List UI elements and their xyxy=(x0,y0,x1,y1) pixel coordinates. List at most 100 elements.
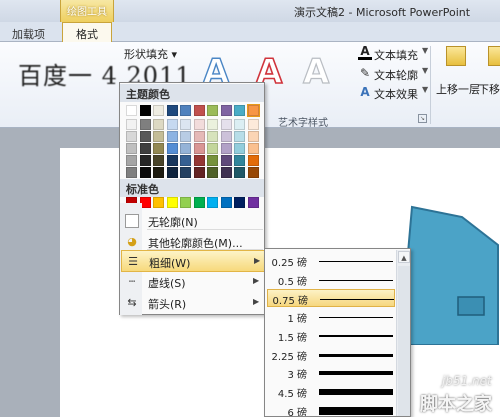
line-weight-option[interactable]: 6 磅 xyxy=(267,402,395,416)
line-weight-label: 粗细(W) xyxy=(149,257,191,270)
theme-color-swatch[interactable] xyxy=(180,155,191,166)
wordart-style-gray[interactable]: A xyxy=(302,51,330,92)
theme-color-swatch[interactable] xyxy=(139,119,151,130)
theme-color-swatch[interactable] xyxy=(234,167,245,178)
line-weight-item[interactable]: ☰ 粗细(W) ▶ xyxy=(121,250,265,272)
line-weight-option[interactable]: 4.5 磅 xyxy=(267,383,395,401)
theme-color-swatch[interactable] xyxy=(247,167,259,178)
theme-color-swatch[interactable] xyxy=(234,143,245,154)
theme-color-swatch[interactable] xyxy=(234,155,245,166)
theme-color-swatch[interactable] xyxy=(166,155,178,166)
line-weight-option[interactable]: 3 磅 xyxy=(267,364,395,382)
standard-color-swatch[interactable] xyxy=(193,197,205,208)
theme-color-swatch[interactable] xyxy=(139,167,151,178)
contextual-tab-group-label: 绘图工具 xyxy=(67,7,107,18)
standard-color-swatch[interactable] xyxy=(153,197,164,208)
theme-color-swatch[interactable] xyxy=(207,119,218,130)
theme-color-swatch[interactable] xyxy=(220,131,232,142)
group-divider xyxy=(430,46,431,124)
theme-color-swatch[interactable] xyxy=(126,131,137,142)
standard-color-swatch[interactable] xyxy=(220,197,232,208)
bring-forward-button[interactable]: 上移一层 xyxy=(436,44,480,100)
theme-color-swatch[interactable] xyxy=(220,119,232,130)
theme-color-swatch[interactable] xyxy=(166,119,178,130)
theme-color-swatch[interactable] xyxy=(126,119,137,130)
theme-color-swatch[interactable] xyxy=(220,167,232,178)
theme-color-swatch[interactable] xyxy=(234,105,245,116)
line-weight-option[interactable]: 1 磅 xyxy=(267,308,395,326)
theme-color-swatch[interactable] xyxy=(166,105,178,116)
theme-color-swatch[interactable] xyxy=(193,167,205,178)
theme-color-swatch[interactable] xyxy=(139,131,151,142)
submenu-arrow-icon: ▶ xyxy=(254,256,261,265)
theme-color-swatch[interactable] xyxy=(207,131,218,142)
theme-color-swatch[interactable] xyxy=(153,167,164,178)
theme-color-swatch[interactable] xyxy=(166,131,178,142)
theme-color-swatch[interactable] xyxy=(247,155,259,166)
line-weight-sample xyxy=(319,388,393,395)
theme-color-swatch[interactable] xyxy=(220,105,232,116)
theme-color-swatch[interactable] xyxy=(153,155,164,166)
theme-color-swatch[interactable] xyxy=(220,143,232,154)
theme-color-swatch[interactable] xyxy=(126,167,137,178)
standard-color-swatch[interactable] xyxy=(207,197,218,208)
theme-color-swatch[interactable] xyxy=(180,131,191,142)
theme-color-swatch[interactable] xyxy=(247,131,259,142)
theme-color-swatch[interactable] xyxy=(247,143,259,154)
theme-color-swatch[interactable] xyxy=(126,143,137,154)
shape-fill-button[interactable]: 形状填充 ▾ xyxy=(124,46,177,62)
theme-color-swatch[interactable] xyxy=(234,131,245,142)
theme-color-swatch[interactable] xyxy=(193,155,205,166)
theme-color-swatch[interactable] xyxy=(180,143,191,154)
theme-color-swatch[interactable] xyxy=(166,167,178,178)
tab-addins[interactable]: 加载项 xyxy=(12,26,45,42)
theme-color-swatch[interactable] xyxy=(234,119,245,130)
line-weight-option[interactable]: 0.75 磅 xyxy=(267,289,395,308)
theme-color-swatch[interactable] xyxy=(139,155,151,166)
theme-color-swatch[interactable] xyxy=(180,119,191,130)
submenu-scrollbar[interactable]: ▲ xyxy=(396,250,410,416)
theme-color-swatch[interactable] xyxy=(193,105,205,116)
theme-color-swatch[interactable] xyxy=(153,143,164,154)
text-outline-icon: ✎ xyxy=(359,66,371,80)
theme-color-swatch[interactable] xyxy=(126,155,137,166)
theme-color-swatch[interactable] xyxy=(193,131,205,142)
scroll-up-icon[interactable]: ▲ xyxy=(398,251,410,263)
theme-color-swatch[interactable] xyxy=(193,143,205,154)
standard-color-swatch[interactable] xyxy=(166,197,178,208)
line-weight-option[interactable]: 2.25 磅 xyxy=(267,346,395,364)
send-backward-button[interactable]: 下移 xyxy=(478,44,500,100)
theme-color-swatch[interactable] xyxy=(139,143,151,154)
theme-color-swatch[interactable] xyxy=(207,105,218,116)
line-weight-option[interactable]: 0.5 磅 xyxy=(267,271,395,289)
wordart-group-label: 艺术字样式 xyxy=(278,118,328,129)
theme-color-swatch[interactable] xyxy=(166,143,178,154)
theme-color-swatch[interactable] xyxy=(207,155,218,166)
line-weight-option[interactable]: 1.5 磅 xyxy=(267,327,395,345)
color-palette-icon: ◕ xyxy=(127,235,137,248)
arrows-item[interactable]: ⇆ 箭头(R) ▶ xyxy=(121,292,265,314)
theme-color-swatch[interactable] xyxy=(220,155,232,166)
theme-color-swatch[interactable] xyxy=(126,105,137,116)
theme-color-swatch[interactable] xyxy=(207,167,218,178)
theme-color-swatch[interactable] xyxy=(180,105,191,116)
standard-colors-header: 标准色 xyxy=(120,179,264,197)
dashes-item[interactable]: ┄ 虚线(S) ▶ xyxy=(121,271,265,293)
standard-color-swatch[interactable] xyxy=(180,197,191,208)
dialog-launcher-icon[interactable]: ↘ xyxy=(418,114,427,123)
standard-color-swatch[interactable] xyxy=(247,197,259,208)
theme-color-swatch[interactable] xyxy=(207,143,218,154)
theme-color-swatch[interactable] xyxy=(153,105,164,116)
theme-color-swatch[interactable] xyxy=(180,167,191,178)
theme-color-swatch[interactable] xyxy=(246,104,260,117)
theme-color-swatch[interactable] xyxy=(193,119,205,130)
text-effect-icon: A xyxy=(360,85,370,99)
tab-format[interactable]: 格式 xyxy=(62,22,112,43)
slide-shape[interactable] xyxy=(400,205,500,345)
theme-color-swatch[interactable] xyxy=(247,119,259,130)
theme-color-swatch[interactable] xyxy=(153,119,164,130)
standard-color-swatch[interactable] xyxy=(234,197,245,208)
theme-color-swatch[interactable] xyxy=(153,131,164,142)
line-weight-option[interactable]: 0.25 磅 xyxy=(267,252,395,270)
theme-color-swatch[interactable] xyxy=(139,105,151,116)
